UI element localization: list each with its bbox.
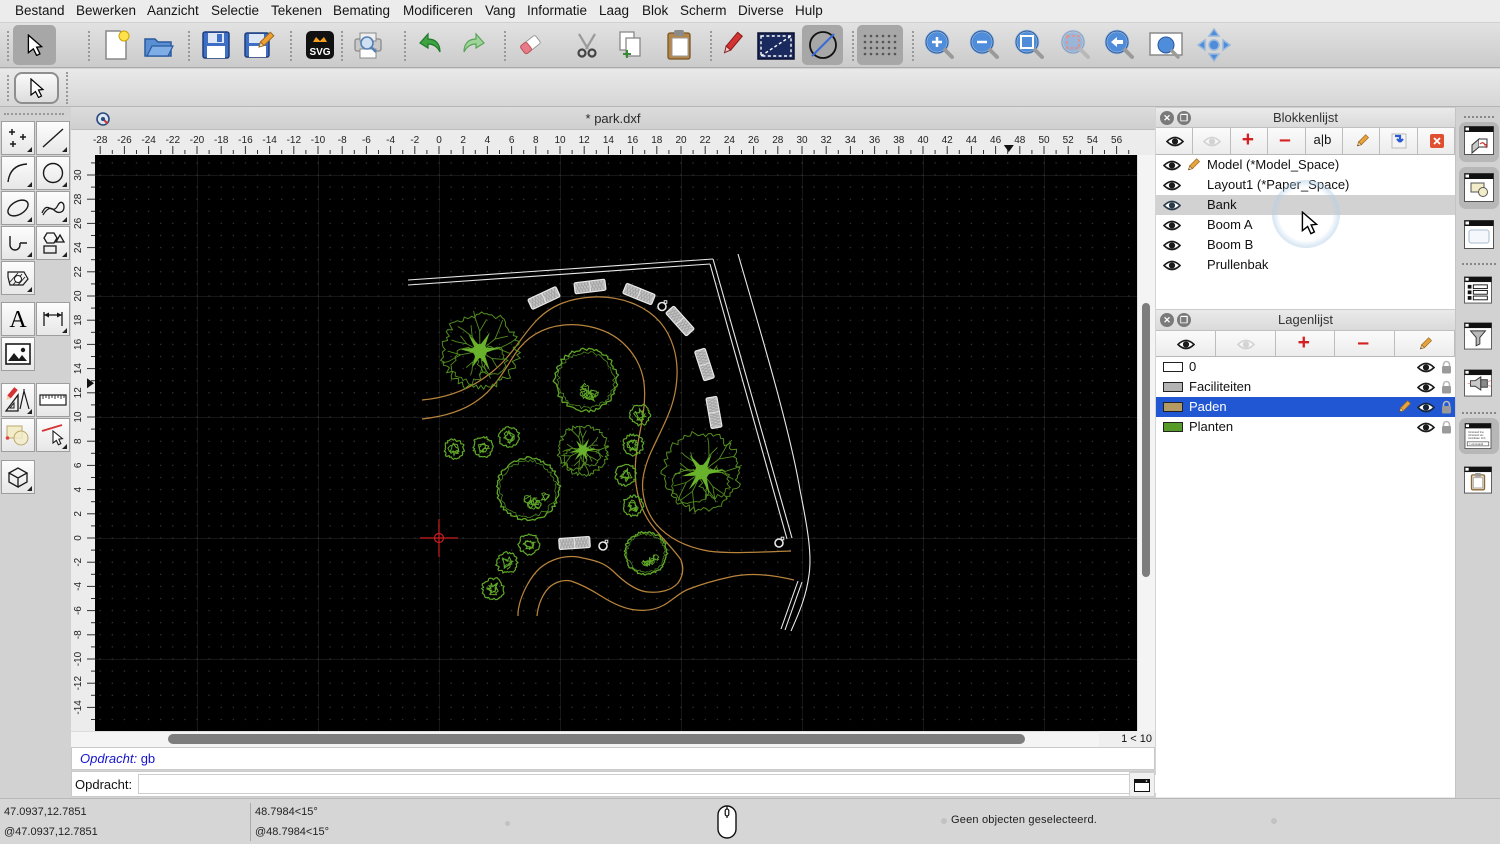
svg-text:22: 22	[73, 266, 84, 278]
svg-text:-12: -12	[287, 135, 302, 146]
svg-text:Command: line: Command: line	[1468, 432, 1484, 434]
svg-text:54: 54	[1087, 135, 1099, 146]
svg-text:18: 18	[73, 314, 84, 326]
svg-text:-22: -22	[166, 135, 181, 146]
svg-text:18: 18	[651, 135, 663, 146]
svg-text:44: 44	[966, 135, 978, 146]
svg-text:40: 40	[917, 135, 929, 146]
svg-text:32: 32	[821, 135, 833, 146]
svg-text:-20: -20	[190, 135, 205, 146]
svg-text:30: 30	[73, 169, 84, 181]
svg-text:Coordinate: 10,0: Coordinate: 10,0	[1468, 437, 1486, 440]
svg-text:46: 46	[990, 135, 1002, 146]
svg-text:30: 30	[796, 135, 808, 146]
svg-text:42: 42	[942, 135, 954, 146]
svg-text:-6: -6	[73, 606, 84, 615]
svg-text:16: 16	[627, 135, 639, 146]
svg-text:14: 14	[603, 135, 615, 146]
svg-text:50: 50	[1038, 135, 1050, 146]
svg-text:-2: -2	[73, 557, 84, 566]
svg-text:-8: -8	[338, 135, 347, 146]
svg-text:24: 24	[73, 242, 84, 254]
svg-text:-24: -24	[141, 135, 156, 146]
svg-text:16: 16	[73, 338, 84, 350]
svg-text:14: 14	[73, 363, 84, 375]
svg-text:8: 8	[533, 135, 539, 146]
svg-text:34: 34	[845, 135, 857, 146]
svg-text:-6: -6	[362, 135, 371, 146]
svg-text:26: 26	[73, 217, 84, 229]
svg-text:-14: -14	[73, 700, 84, 715]
svg-text:-18: -18	[214, 135, 229, 146]
svg-text:2: 2	[460, 135, 466, 146]
svg-text:-16: -16	[238, 135, 253, 146]
svg-text:0: 0	[73, 535, 84, 541]
svg-text:-14: -14	[262, 135, 277, 146]
svg-text:56: 56	[1111, 135, 1123, 146]
svg-text:6: 6	[73, 462, 84, 468]
svg-text:A: A	[9, 307, 27, 331]
svg-text:20: 20	[675, 135, 687, 146]
svg-text:0: 0	[436, 135, 442, 146]
svg-text:SVG: SVG	[309, 47, 330, 58]
svg-text:22: 22	[700, 135, 712, 146]
svg-text:36: 36	[869, 135, 881, 146]
svg-text:-12: -12	[73, 676, 84, 691]
svg-text:28: 28	[772, 135, 784, 146]
svg-text:38: 38	[893, 135, 905, 146]
svg-text:52: 52	[1063, 135, 1075, 146]
svg-text:4: 4	[73, 486, 84, 492]
svg-text:48: 48	[1014, 135, 1026, 146]
svg-text:-10: -10	[73, 651, 84, 666]
svg-text:> command: > command	[1469, 442, 1484, 446]
svg-text:-8: -8	[73, 630, 84, 639]
svg-text:-28: -28	[93, 135, 108, 146]
svg-text:28: 28	[73, 193, 84, 205]
svg-text:12: 12	[579, 135, 591, 146]
svg-text:-10: -10	[311, 135, 326, 146]
svg-text:24: 24	[724, 135, 736, 146]
svg-text:-4: -4	[73, 582, 84, 591]
svg-text:12: 12	[73, 387, 84, 399]
svg-text:Command: arc: Command: arc	[1468, 434, 1484, 437]
svg-text:2: 2	[73, 511, 84, 517]
svg-text:-26: -26	[117, 135, 132, 146]
svg-text:20: 20	[73, 290, 84, 302]
svg-text:26: 26	[748, 135, 760, 146]
svg-text:8: 8	[73, 438, 84, 444]
svg-text:4: 4	[485, 135, 491, 146]
svg-text:10: 10	[73, 411, 84, 423]
svg-text:10: 10	[554, 135, 566, 146]
svg-text:-2: -2	[410, 135, 419, 146]
svg-text:-4: -4	[386, 135, 395, 146]
svg-text:6: 6	[509, 135, 515, 146]
